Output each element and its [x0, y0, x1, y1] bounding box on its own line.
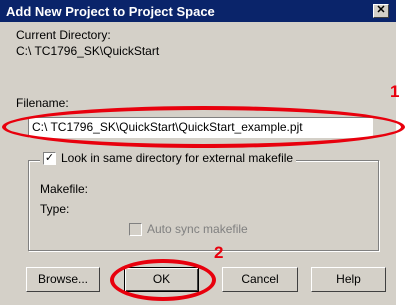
- auto-sync-option[interactable]: Auto sync makefile: [129, 222, 248, 236]
- dialog-title: Add New Project to Project Space: [6, 4, 215, 19]
- makefile-label: Makefile:: [40, 182, 89, 196]
- look-same-dir-option[interactable]: ✓ Look in same directory for external ma…: [40, 151, 297, 165]
- browse-button[interactable]: Browse...: [26, 267, 100, 292]
- current-directory-value: C:\ TC1796_SK\QuickStart: [16, 44, 160, 58]
- look-same-dir-label: Look in same directory for external make…: [61, 151, 294, 165]
- current-directory-label: Current Directory:: [16, 28, 111, 42]
- add-project-dialog: Add New Project to Project Space ✕ Curre…: [0, 0, 396, 305]
- look-same-dir-checkbox[interactable]: ✓: [43, 151, 56, 165]
- filename-label: Filename:: [16, 96, 69, 110]
- filename-highlight-ellipse: [2, 106, 405, 148]
- auto-sync-checkbox[interactable]: [129, 222, 142, 236]
- makefile-groupbox: [28, 160, 379, 251]
- auto-sync-label: Auto sync makefile: [147, 222, 248, 236]
- annotation-marker-2: 2: [214, 243, 224, 262]
- title-bar: Add New Project to Project Space ✕: [0, 0, 396, 22]
- cancel-button[interactable]: Cancel: [222, 267, 298, 292]
- annotation-marker-1: 1: [390, 82, 400, 101]
- close-icon: ✕: [376, 4, 386, 16]
- ok-highlight-ellipse: [110, 259, 216, 301]
- close-button[interactable]: ✕: [373, 4, 389, 18]
- help-button[interactable]: Help: [311, 267, 386, 292]
- type-label: Type:: [40, 202, 70, 216]
